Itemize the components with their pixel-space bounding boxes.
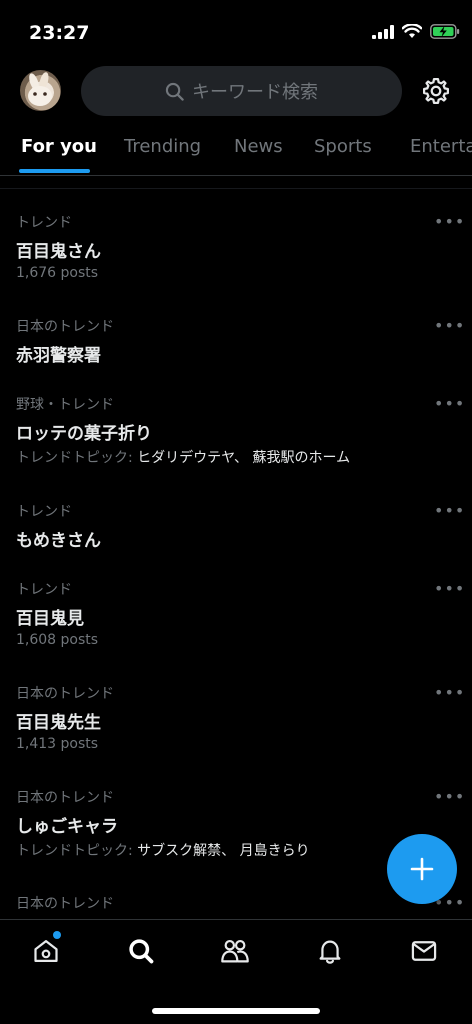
trend-context: トレンド bbox=[16, 582, 72, 598]
rabbit-avatar-image bbox=[28, 72, 52, 106]
trend-name: 百目鬼さん bbox=[16, 242, 101, 262]
trend-topic-value: ヒダリデウテヤ、 蘇我駅のホーム bbox=[137, 450, 351, 466]
trend-name: ロッテの菓子折り bbox=[16, 424, 152, 444]
search-icon bbox=[165, 82, 184, 101]
compose-button[interactable] bbox=[387, 834, 457, 904]
trend-item[interactable]: トレンド もめきさん ••• bbox=[0, 501, 472, 551]
tab-news[interactable]: News bbox=[234, 136, 283, 157]
avatar[interactable] bbox=[20, 70, 61, 111]
trend-item[interactable]: 野球・トレンド ロッテの菓子折り トレンドトピック: ヒダリデウテヤ、 蘇我駅の… bbox=[0, 394, 472, 474]
settings-gear-icon[interactable] bbox=[421, 76, 451, 106]
battery-charging-icon bbox=[430, 24, 460, 39]
explore-tabs: For you Trending News Sports Entertainme… bbox=[0, 128, 472, 176]
trend-context: 日本のトレンド bbox=[16, 790, 114, 806]
plus-icon bbox=[410, 857, 434, 881]
trend-topic-value: サブスク解禁、 月島きらり bbox=[137, 843, 310, 859]
top-header: キーワード検索 bbox=[0, 58, 472, 128]
active-tab-indicator bbox=[19, 169, 90, 173]
trend-context: 日本のトレンド bbox=[16, 686, 114, 702]
more-options-icon[interactable]: ••• bbox=[434, 683, 465, 702]
nav-messages[interactable] bbox=[407, 934, 441, 968]
trend-post-count: 1,413 posts bbox=[16, 736, 99, 752]
mail-icon bbox=[411, 941, 437, 961]
trend-name: しゅごキャラ bbox=[16, 817, 118, 837]
home-indicator bbox=[152, 1008, 320, 1014]
nav-explore[interactable] bbox=[124, 934, 158, 968]
trend-context: 野球・トレンド bbox=[16, 397, 114, 413]
tab-entertainment[interactable]: Entertainment bbox=[410, 136, 472, 157]
bell-icon bbox=[319, 940, 341, 964]
nav-home[interactable] bbox=[29, 934, 63, 968]
trend-item[interactable]: 日本のトレンド 百目鬼先生 1,413 posts ••• bbox=[0, 683, 472, 763]
tab-sports[interactable]: Sports bbox=[314, 136, 372, 157]
trend-item[interactable]: トレンド 百目鬼さん 1,676 posts ••• bbox=[0, 212, 472, 292]
status-time: 23:27 bbox=[29, 22, 90, 44]
bottom-navigation bbox=[0, 919, 472, 1024]
status-icons bbox=[372, 24, 460, 39]
trend-context: 日本のトレンド bbox=[16, 319, 114, 335]
trend-item[interactable]: 日本のトレンド 赤羽警察署 ••• bbox=[0, 316, 472, 366]
trend-topics: トレンドトピック: ヒダリデウテヤ、 蘇我駅のホーム bbox=[16, 447, 350, 467]
status-bar: 23:27 bbox=[0, 0, 472, 64]
search-bar[interactable]: キーワード検索 bbox=[81, 66, 402, 116]
trend-context: 日本のトレンド bbox=[16, 896, 114, 912]
more-options-icon[interactable]: ••• bbox=[434, 579, 465, 598]
trend-context: トレンド bbox=[16, 504, 72, 520]
trend-name: 百目鬼先生 bbox=[16, 713, 101, 733]
search-placeholder: キーワード検索 bbox=[192, 82, 318, 103]
more-options-icon[interactable]: ••• bbox=[434, 501, 465, 520]
more-options-icon[interactable]: ••• bbox=[434, 394, 465, 413]
nav-communities[interactable] bbox=[218, 934, 252, 968]
trend-topic-label: トレンドトピック: bbox=[16, 450, 133, 466]
communities-icon bbox=[221, 939, 249, 963]
trend-context: トレンド bbox=[16, 215, 72, 231]
more-options-icon[interactable]: ••• bbox=[434, 787, 465, 806]
tab-trending[interactable]: Trending bbox=[124, 136, 201, 157]
home-icon bbox=[34, 939, 58, 963]
search-icon bbox=[129, 939, 154, 964]
tab-for-you[interactable]: For you bbox=[21, 136, 97, 157]
trend-topic-label: トレンドトピック: bbox=[16, 843, 133, 859]
signal-icon bbox=[372, 24, 394, 39]
trend-item[interactable]: トレンド 百目鬼見 1,608 posts ••• bbox=[0, 579, 472, 659]
trend-name: 百目鬼見 bbox=[16, 609, 84, 629]
wifi-icon bbox=[402, 24, 422, 38]
trend-post-count: 1,676 posts bbox=[16, 265, 99, 281]
trend-post-count: 1,608 posts bbox=[16, 632, 99, 648]
more-options-icon[interactable]: ••• bbox=[434, 316, 465, 335]
divider bbox=[0, 188, 472, 189]
nav-notifications[interactable] bbox=[313, 934, 347, 968]
trend-name: 赤羽警察署 bbox=[16, 346, 101, 366]
notification-dot bbox=[53, 931, 61, 939]
trend-topics: トレンドトピック: サブスク解禁、 月島きらり bbox=[16, 840, 310, 860]
more-options-icon[interactable]: ••• bbox=[434, 212, 465, 231]
trend-name: もめきさん bbox=[16, 531, 101, 551]
